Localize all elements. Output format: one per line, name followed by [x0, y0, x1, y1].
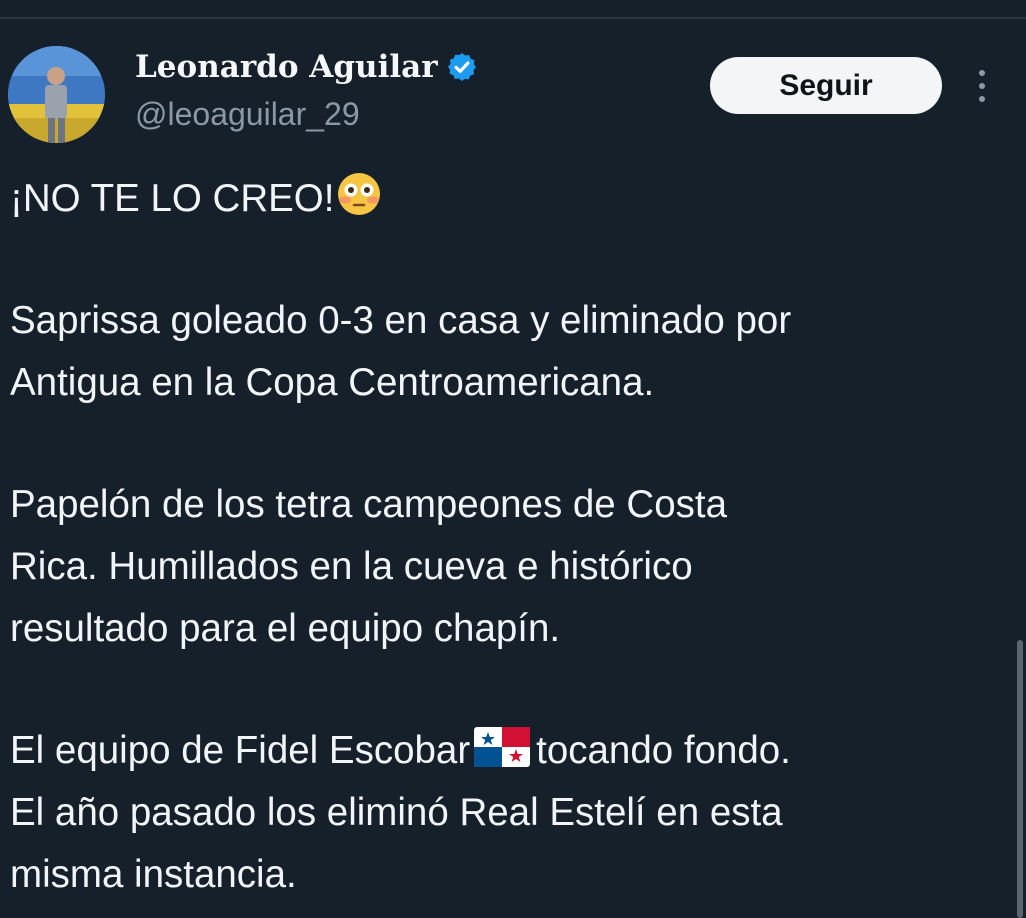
- tweet-line: Antigua en la Copa Centroamericana.: [10, 361, 655, 404]
- author-name-row[interactable]: Leonardo Aguilar: [135, 49, 478, 85]
- tweet-line: ¡NO TE LO CREO!: [10, 168, 382, 230]
- top-divider: [0, 17, 1026, 19]
- tweet-line: Rica. Humillados en la cueva e histórico: [10, 545, 693, 588]
- more-vertical-icon[interactable]: [970, 66, 994, 106]
- author-display-name[interactable]: Leonardo Aguilar: [135, 49, 438, 85]
- scrollbar[interactable]: [1017, 640, 1023, 918]
- avatar[interactable]: [8, 46, 105, 143]
- follow-button[interactable]: Seguir: [710, 57, 942, 114]
- tweet-line: El equipo de Fidel Escobar tocando fondo.: [10, 720, 791, 782]
- tweet-line: Saprissa goleado 0-3 en casa y eliminado…: [10, 299, 792, 342]
- avatar-image: [8, 46, 105, 143]
- tweet-line: El año pasado los eliminó Real Estelí en…: [10, 791, 783, 834]
- flushed-face-emoji-icon: [336, 171, 382, 217]
- tweet-line: misma instancia.: [10, 853, 297, 896]
- author-handle[interactable]: @leoaguilar_29: [135, 96, 360, 133]
- panama-flag-icon: [474, 724, 531, 767]
- tweet-line: Papelón de los tetra campeones de Costa: [10, 483, 727, 526]
- tweet-line: resultado para el equipo chapín.: [10, 607, 561, 650]
- verified-badge-icon: [446, 51, 478, 83]
